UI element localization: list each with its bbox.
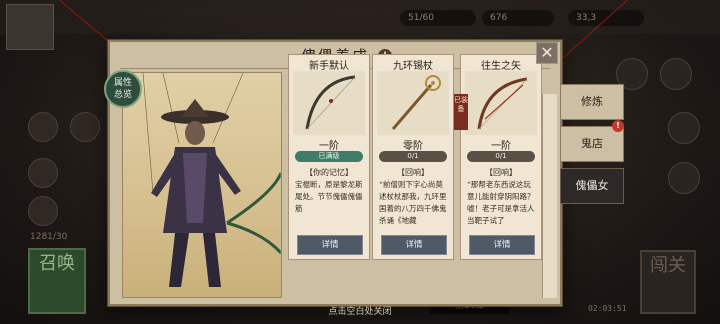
side-tab-puppet[interactable]: 傀儡女 xyxy=(560,168,624,204)
equipped-tag: 已装备 xyxy=(454,94,468,130)
item-tier: 零阶 xyxy=(403,141,423,152)
item-desc: 宝棍断，原是黎龙斯尾处。节节傀儡傀儡筋 xyxy=(295,180,363,213)
bg-menu-button[interactable] xyxy=(28,158,58,188)
bg-menu-button[interactable] xyxy=(70,112,100,142)
item-card[interactable]: 往生之矢 一阶 0/1 【回响】 “那帮老东西说这玩意儿能射穿阴阳路？嘘！老子可… xyxy=(460,54,542,260)
item-status: 0/1 xyxy=(379,151,447,162)
side-tab-training[interactable]: 修炼 xyxy=(560,84,624,120)
item-art xyxy=(293,71,365,135)
bg-right-button[interactable] xyxy=(660,58,692,90)
item-desc: “前僧则下字心尚莫述杖杖那我，九环里国着的八万四千佛鬼杀诵《地藏 xyxy=(379,180,447,225)
item-art xyxy=(465,71,537,135)
bg-counter: 1281/30 xyxy=(30,232,68,242)
item-status: 已满级 xyxy=(295,151,363,162)
item-card[interactable]: 九环锡杖 零阶 0/1 【回响】 “前僧则下字心尚莫述杖杖那我，九环里国着的八万… xyxy=(372,54,454,260)
coin-counter: 676 xyxy=(482,10,554,26)
item-name: 新手默认 xyxy=(309,61,349,72)
puppet-portrait xyxy=(122,72,282,298)
details-button[interactable]: 详情 xyxy=(381,235,447,255)
close-button[interactable]: ✕ xyxy=(536,42,558,64)
bg-right-button[interactable] xyxy=(668,112,700,144)
item-desc: “那帮老东西说这玩意儿能射穿阴阳路？嘘！老子可是拿活人当靶子试了 xyxy=(467,180,535,225)
item-name: 九环锡杖 xyxy=(393,61,433,72)
bow-icon xyxy=(305,75,356,130)
item-tier: 一阶 xyxy=(319,141,339,152)
bg-menu-button[interactable] xyxy=(28,196,58,226)
bow-icon xyxy=(477,77,528,130)
item-desc-title: 【你的记忆】 xyxy=(305,168,353,177)
puppet-figure-icon xyxy=(142,73,281,287)
alert-icon: ! xyxy=(612,120,624,132)
item-name: 往生之矢 xyxy=(481,61,521,72)
bg-right-button[interactable] xyxy=(668,162,700,194)
item-desc-title: 【回响】 xyxy=(485,168,517,177)
item-desc-title: 【回响】 xyxy=(397,168,429,177)
details-button[interactable]: 详情 xyxy=(469,235,535,255)
close-hint[interactable]: 点击空白处关闭 xyxy=(0,304,720,317)
bg-menu-button[interactable] xyxy=(28,112,58,142)
next-card-edge[interactable] xyxy=(542,94,557,298)
item-art xyxy=(377,71,449,135)
item-tier: 一阶 xyxy=(491,141,511,152)
player-avatar[interactable] xyxy=(6,4,54,50)
details-button[interactable]: 详情 xyxy=(297,235,363,255)
staff-icon xyxy=(391,75,441,130)
attribute-overview-badge[interactable]: 属性总览 xyxy=(104,70,142,108)
item-status: 0/1 xyxy=(467,151,535,162)
stamina-counter: 51/60 xyxy=(400,10,476,26)
item-card[interactable]: 新手默认 一阶 已满级 【你的记忆】 宝棍断，原是黎龙斯尾处。节节傀儡傀儡筋 详… xyxy=(288,54,370,260)
